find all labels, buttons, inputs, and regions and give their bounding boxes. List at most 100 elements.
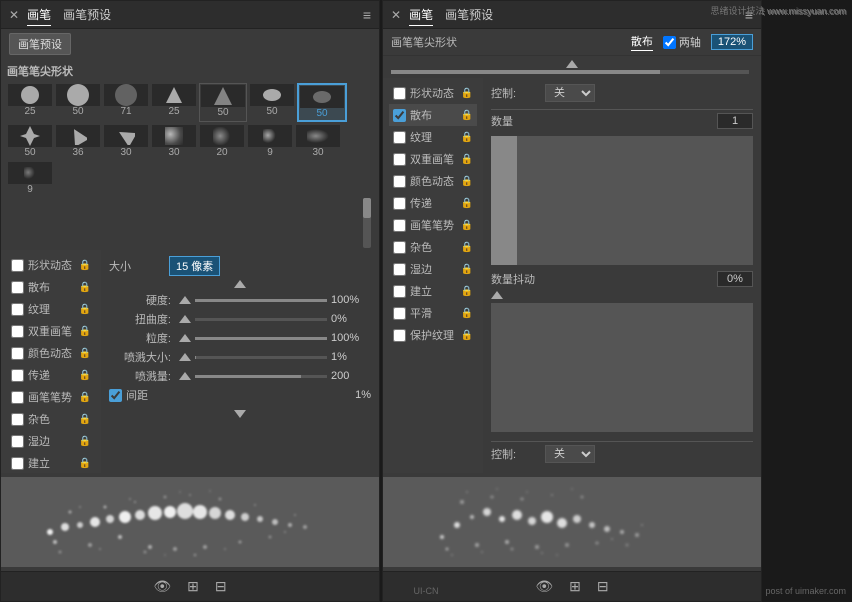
right-scatter-checkbox[interactable] <box>393 109 406 122</box>
brush-thumb-13[interactable]: 9 <box>247 124 293 159</box>
grain-slider[interactable] <box>195 337 327 340</box>
right-scatter-value[interactable]: 172% <box>711 34 753 50</box>
build-up-checkbox[interactable] <box>11 457 24 470</box>
left-tab-brush[interactable]: 画笔 <box>27 4 51 26</box>
transfer-lock: 🔒 <box>79 370 91 381</box>
spray-size-slider[interactable] <box>195 356 327 359</box>
brush-thumb-6[interactable]: 50 <box>249 83 295 122</box>
right-sidebar-item-dual-brush[interactable]: 双重画笔 🔒 <box>389 148 477 170</box>
left-eye-button[interactable]: 👁 <box>149 576 175 597</box>
left-preset-button[interactable]: 画笔预设 <box>9 33 71 55</box>
right-eye-button[interactable]: 👁 <box>531 576 557 597</box>
wet-edges-lock: 🔒 <box>79 436 91 447</box>
right-tab-preset[interactable]: 画笔预设 <box>445 4 493 26</box>
left-tab-preset[interactable]: 画笔预设 <box>63 4 111 26</box>
sidebar-item-transfer[interactable]: 传递 🔒 <box>7 364 95 386</box>
right-build-up-checkbox[interactable] <box>393 285 406 298</box>
right-sidebar-item-scatter[interactable]: 散布 🔒 <box>389 104 477 126</box>
right-sidebar-item-texture[interactable]: 纹理 🔒 <box>389 126 477 148</box>
brush-thumb-10[interactable]: 30 <box>103 124 149 159</box>
brush-thumb-1[interactable]: 25 <box>7 83 53 122</box>
right-brush-preview <box>383 477 761 567</box>
right-sidebar-item-shape-dynamics[interactable]: 形状动态 🔒 <box>389 82 477 104</box>
left-grid-button[interactable]: ⊞ <box>183 576 203 597</box>
color-dynamics-checkbox[interactable] <box>11 347 24 360</box>
right-protect-texture-checkbox[interactable] <box>393 329 406 342</box>
right-sidebar-item-brush-pose[interactable]: 画笔笔势 🔒 <box>389 214 477 236</box>
wet-edges-checkbox[interactable] <box>11 435 24 448</box>
sidebar-item-noise[interactable]: 杂色 🔒 <box>7 408 95 430</box>
transfer-checkbox[interactable] <box>11 369 24 382</box>
sidebar-item-scatter[interactable]: 散布 🔒 <box>7 276 95 298</box>
brush-thumb-5[interactable]: 50 <box>199 83 247 122</box>
watermark-bottom-center: UI-CN <box>414 586 439 596</box>
right-noise-checkbox[interactable] <box>393 241 406 254</box>
right-transfer-checkbox[interactable] <box>393 197 406 210</box>
brush-thumb-12[interactable]: 20 <box>199 124 245 159</box>
size-value[interactable]: 15 像素 <box>169 256 220 276</box>
right-grid-button[interactable]: ⊞ <box>565 576 585 597</box>
sidebar-item-color-dynamics[interactable]: 颜色动态 🔒 <box>7 342 95 364</box>
brush-thumb-8[interactable]: 50 <box>7 124 53 159</box>
brush-thumb-4[interactable]: 25 <box>151 83 197 122</box>
sidebar-item-shape-dynamics[interactable]: 形状动态 🔒 <box>7 254 95 276</box>
right-tab-brush[interactable]: 画笔 <box>409 4 433 26</box>
sidebar-item-wet-edges[interactable]: 湿边 🔒 <box>7 430 95 452</box>
sidebar-item-texture[interactable]: 纹理 🔒 <box>7 298 95 320</box>
right-smoothing-checkbox[interactable] <box>393 307 406 320</box>
brush-pose-checkbox[interactable] <box>11 391 24 404</box>
right-sidebar-item-smoothing[interactable]: 平滑 🔒 <box>389 302 477 324</box>
right-biaxis-checkbox[interactable] <box>663 36 676 49</box>
right-count-value[interactable]: 1 <box>717 113 753 129</box>
right-scatter-tab[interactable]: 散布 <box>631 33 653 51</box>
sidebar-item-brush-pose[interactable]: 画笔笔势 🔒 <box>7 386 95 408</box>
left-frame-button[interactable]: ⊟ <box>211 576 231 597</box>
right-shape-dynamics-checkbox[interactable] <box>393 87 406 100</box>
right-sidebar-item-color-dynamics[interactable]: 颜色动态 🔒 <box>389 170 477 192</box>
scatter-lock: 🔒 <box>79 282 91 293</box>
right-control-select2[interactable]: 关 <box>545 445 595 463</box>
brush-thumb-15[interactable]: 9 <box>7 161 53 196</box>
scatter-checkbox[interactable] <box>11 281 24 294</box>
brush-pose-lock: 🔒 <box>79 392 91 403</box>
right-wet-edges-checkbox[interactable] <box>393 263 406 276</box>
right-texture-checkbox[interactable] <box>393 131 406 144</box>
right-noise-label: 杂色 <box>410 239 432 255</box>
right-control-select1[interactable]: 关 <box>545 84 595 102</box>
right-brush-pose-label: 画笔笔势 <box>410 217 454 233</box>
texture-lock: 🔒 <box>79 304 91 315</box>
hardness-slider[interactable] <box>195 299 327 302</box>
right-brush-pose-checkbox[interactable] <box>393 219 406 232</box>
brush-thumb-14[interactable]: 30 <box>295 124 341 159</box>
right-count-slider[interactable] <box>491 136 753 265</box>
right-jitter-slider[interactable] <box>491 303 753 432</box>
brush-thumb-selected[interactable]: 50 <box>297 83 347 122</box>
left-close-button[interactable]: ✕ <box>9 8 19 22</box>
right-sidebar-item-transfer[interactable]: 传递 🔒 <box>389 192 477 214</box>
spray-amount-slider[interactable] <box>195 375 327 378</box>
right-frame-button[interactable]: ⊟ <box>593 576 613 597</box>
right-sidebar-item-noise[interactable]: 杂色 🔒 <box>389 236 477 258</box>
right-sidebar-item-build-up[interactable]: 建立 🔒 <box>389 280 477 302</box>
noise-checkbox[interactable] <box>11 413 24 426</box>
shape-dynamics-checkbox[interactable] <box>11 259 24 272</box>
brush-thumb-9[interactable]: 36 <box>55 124 101 159</box>
sidebar-item-build-up[interactable]: 建立 🔒 <box>7 452 95 473</box>
angle-slider[interactable] <box>195 318 327 321</box>
right-scatter-slider[interactable] <box>391 70 749 74</box>
right-jitter-value[interactable]: 0% <box>717 271 753 287</box>
dual-brush-checkbox[interactable] <box>11 325 24 338</box>
brush-thumb-2[interactable]: 50 <box>55 83 101 122</box>
right-sidebar-item-protect-texture[interactable]: 保护纹理 🔒 <box>389 324 477 346</box>
brush-thumb-11[interactable]: 30 <box>151 124 197 159</box>
right-close-button[interactable]: ✕ <box>391 8 401 22</box>
right-sidebar-item-wet-edges[interactable]: 湿边 🔒 <box>389 258 477 280</box>
right-divider1 <box>491 109 753 110</box>
texture-checkbox[interactable] <box>11 303 24 316</box>
right-color-dynamics-checkbox[interactable] <box>393 175 406 188</box>
left-panel-menu[interactable]: ≡ <box>363 7 371 23</box>
spacing-checkbox[interactable] <box>109 389 122 402</box>
sidebar-item-dual-brush[interactable]: 双重画笔 🔒 <box>7 320 95 342</box>
right-dual-brush-checkbox[interactable] <box>393 153 406 166</box>
brush-thumb-3[interactable]: 71 <box>103 83 149 122</box>
